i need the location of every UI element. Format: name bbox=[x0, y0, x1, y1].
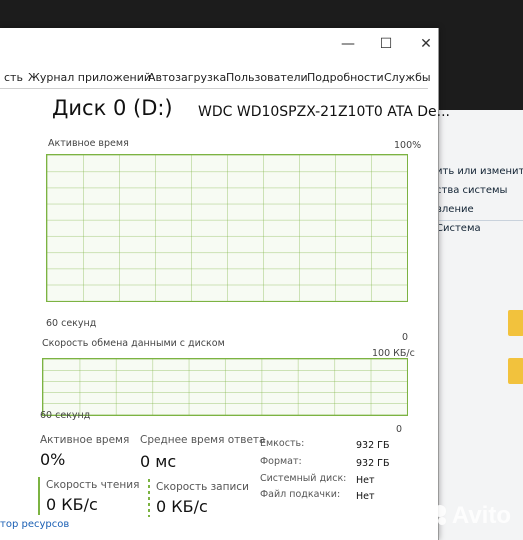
watermark-text: Avito bbox=[451, 502, 511, 529]
active-time-graph-duration: 60 секунд bbox=[46, 318, 97, 329]
bg-item-2[interactable]: вление bbox=[436, 204, 474, 215]
capacity-value: 932 ГБ bbox=[356, 440, 390, 451]
write-speed-label: Скорость записи bbox=[156, 481, 249, 493]
active-time-label: Активное время bbox=[40, 434, 130, 446]
transfer-graph-label: Скорость обмена данными с диском bbox=[42, 338, 225, 349]
read-speed-indicator bbox=[38, 477, 40, 515]
response-time-label: Среднее время ответа bbox=[140, 434, 266, 446]
active-time-graph bbox=[46, 154, 408, 302]
active-time-value: 0% bbox=[40, 450, 66, 469]
write-speed-indicator bbox=[148, 479, 150, 517]
page-file-value: Нет bbox=[356, 491, 375, 502]
tab-details[interactable]: Подробности bbox=[303, 66, 388, 88]
write-speed-value: 0 КБ/с bbox=[156, 497, 208, 516]
close-button[interactable]: ✕ bbox=[412, 36, 440, 52]
format-value: 932 ГБ bbox=[356, 458, 390, 469]
tab-bar: сть Журнал приложений Автозагрузка Польз… bbox=[0, 64, 431, 89]
transfer-graph-min: 0 bbox=[396, 424, 403, 435]
read-speed-label: Скорость чтения bbox=[46, 479, 140, 491]
watermark: Avito bbox=[425, 502, 511, 530]
avito-logo-icon bbox=[425, 505, 448, 527]
active-time-graph-max: 100% bbox=[394, 140, 422, 151]
bg-item-0[interactable]: ить или изменить п bbox=[436, 166, 523, 177]
format-label: Формат: bbox=[260, 456, 302, 467]
tab-services[interactable]: Службы bbox=[380, 66, 435, 88]
system-disk-label: Системный диск: bbox=[260, 473, 347, 484]
disk-title: Диск 0 (D:) bbox=[52, 96, 173, 120]
transfer-graph-duration: 60 секунд bbox=[40, 410, 91, 421]
maximize-button[interactable]: ☐ bbox=[372, 36, 400, 52]
folder-icon[interactable] bbox=[508, 310, 523, 336]
tab-app-history[interactable]: Журнал приложений bbox=[24, 66, 155, 88]
folder-icon[interactable] bbox=[508, 358, 523, 384]
disk-model: WDC WD10SPZX-21Z10T0 ATA De... bbox=[198, 104, 451, 120]
minimize-button[interactable]: — bbox=[334, 36, 362, 52]
transfer-rate-graph bbox=[42, 358, 408, 416]
disk-panel: Диск 0 (D:) WDC WD10SPZX-21Z10T0 ATA De.… bbox=[34, 90, 450, 540]
response-time-value: 0 мс bbox=[140, 452, 177, 471]
system-disk-value: Нет bbox=[356, 475, 375, 486]
tab-performance[interactable]: сть bbox=[0, 66, 27, 88]
bg-item-3[interactable]: Система bbox=[436, 223, 481, 234]
tab-users[interactable]: Пользователи bbox=[222, 66, 312, 88]
task-manager-window: — ☐ ✕ сть Журнал приложений Автозагрузка… bbox=[0, 28, 450, 540]
active-time-graph-label: Активное время bbox=[48, 138, 129, 149]
title-bar[interactable]: — ☐ ✕ bbox=[0, 28, 438, 68]
read-speed-value: 0 КБ/с bbox=[46, 495, 98, 514]
bg-separator bbox=[436, 220, 523, 221]
page-file-label: Файл подкачки: bbox=[260, 489, 341, 500]
active-time-graph-min: 0 bbox=[402, 332, 409, 343]
tab-startup[interactable]: Автозагрузка bbox=[144, 66, 230, 88]
bg-item-1[interactable]: ства системы bbox=[436, 185, 507, 196]
capacity-label: Емкость: bbox=[260, 438, 305, 449]
resource-monitor-link[interactable]: тор ресурсов bbox=[0, 519, 69, 530]
